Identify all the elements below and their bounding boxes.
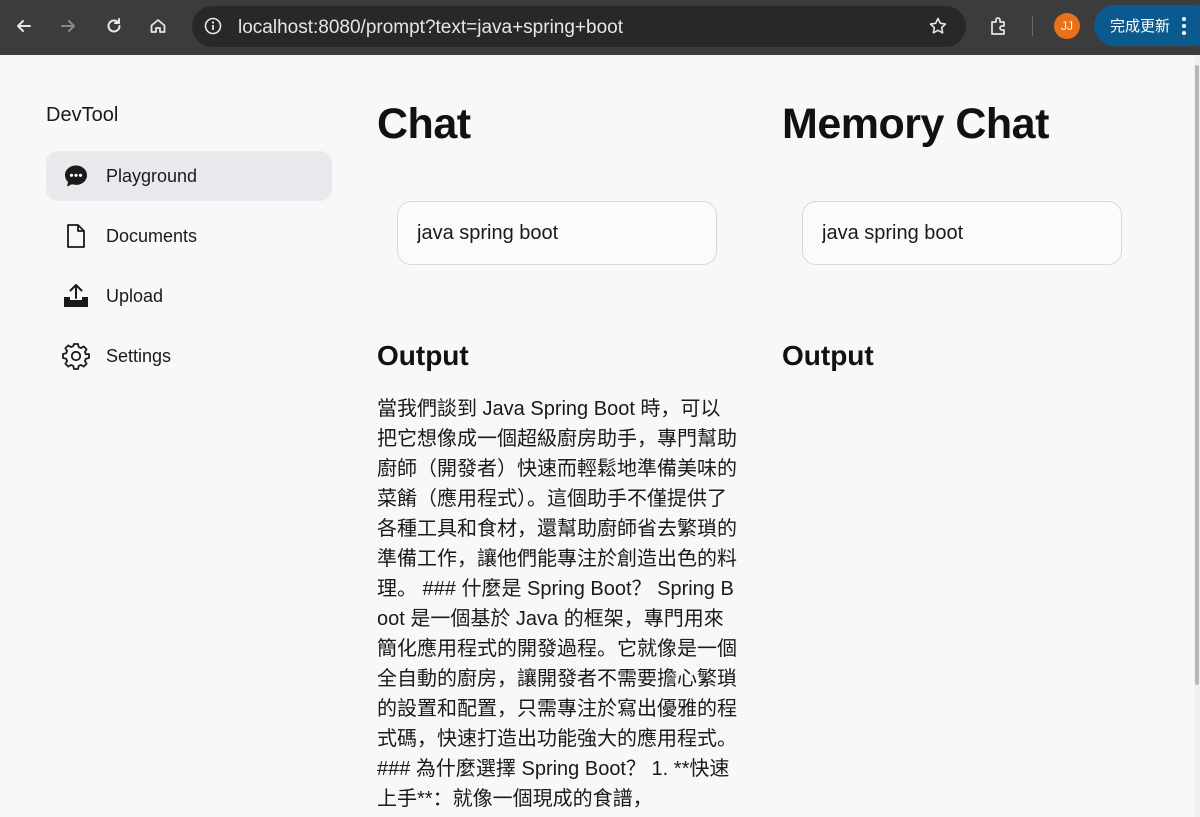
chat-prompt-input[interactable] (397, 201, 717, 265)
home-icon (150, 19, 166, 33)
chat-bubble-icon (62, 162, 90, 190)
sidebar-item-label: Documents (106, 225, 198, 246)
update-label: 完成更新 (1110, 18, 1171, 35)
memory-chat-title: Memory Chat (782, 100, 1049, 148)
avatar-initials: JJ (1061, 19, 1073, 33)
reload-icon (107, 18, 121, 33)
sidebar-item-label: Upload (106, 285, 164, 306)
update-button[interactable]: 完成更新 (1094, 5, 1200, 46)
gear-icon (62, 342, 90, 370)
upload-icon (62, 282, 90, 310)
arrow-right-icon (61, 20, 75, 32)
sidebar-item-playground[interactable]: Playground (46, 151, 332, 201)
document-icon (62, 222, 90, 250)
chat-title: Chat (377, 100, 471, 148)
more-vert-icon[interactable] (1182, 16, 1186, 36)
scrollbar-thumb[interactable] (1195, 65, 1199, 685)
profile-avatar[interactable]: JJ (1054, 13, 1080, 39)
arrow-left-icon (17, 20, 31, 32)
sidebar-item-label: Settings (106, 345, 172, 366)
forward-button[interactable] (53, 9, 83, 43)
sidebar-item-documents[interactable]: Documents (46, 211, 332, 261)
url-text[interactable]: localhost:8080/prompt?text=java+spring+b… (238, 17, 623, 39)
bookmark-star-icon[interactable] (928, 16, 948, 36)
back-button[interactable] (9, 9, 39, 43)
chat-output-text: 當我們談到 Java Spring Boot 時，可以把它想像成一個超級廚房助手… (377, 398, 737, 810)
sidebar-item-upload[interactable]: Upload (46, 271, 332, 321)
memory-chat-prompt-input[interactable] (802, 201, 1122, 265)
sidebar-item-label: Playground (106, 165, 198, 186)
chat-output-title: Output (377, 340, 469, 371)
memory-chat-output-title: Output (782, 340, 874, 371)
address-bar[interactable]: localhost:8080/prompt?text=java+spring+b… (192, 6, 966, 47)
site-info-icon[interactable] (204, 17, 222, 35)
sidebar-item-settings[interactable]: Settings (46, 331, 332, 381)
reload-button[interactable] (99, 9, 129, 43)
app-brand: DevTool (46, 104, 119, 126)
home-button[interactable] (143, 9, 173, 43)
browser-toolbar: localhost:8080/prompt?text=java+spring+b… (0, 0, 1200, 55)
toolbar-divider (1032, 16, 1033, 36)
page-scrollbar[interactable] (1194, 55, 1200, 817)
extensions-icon[interactable] (988, 15, 1010, 37)
